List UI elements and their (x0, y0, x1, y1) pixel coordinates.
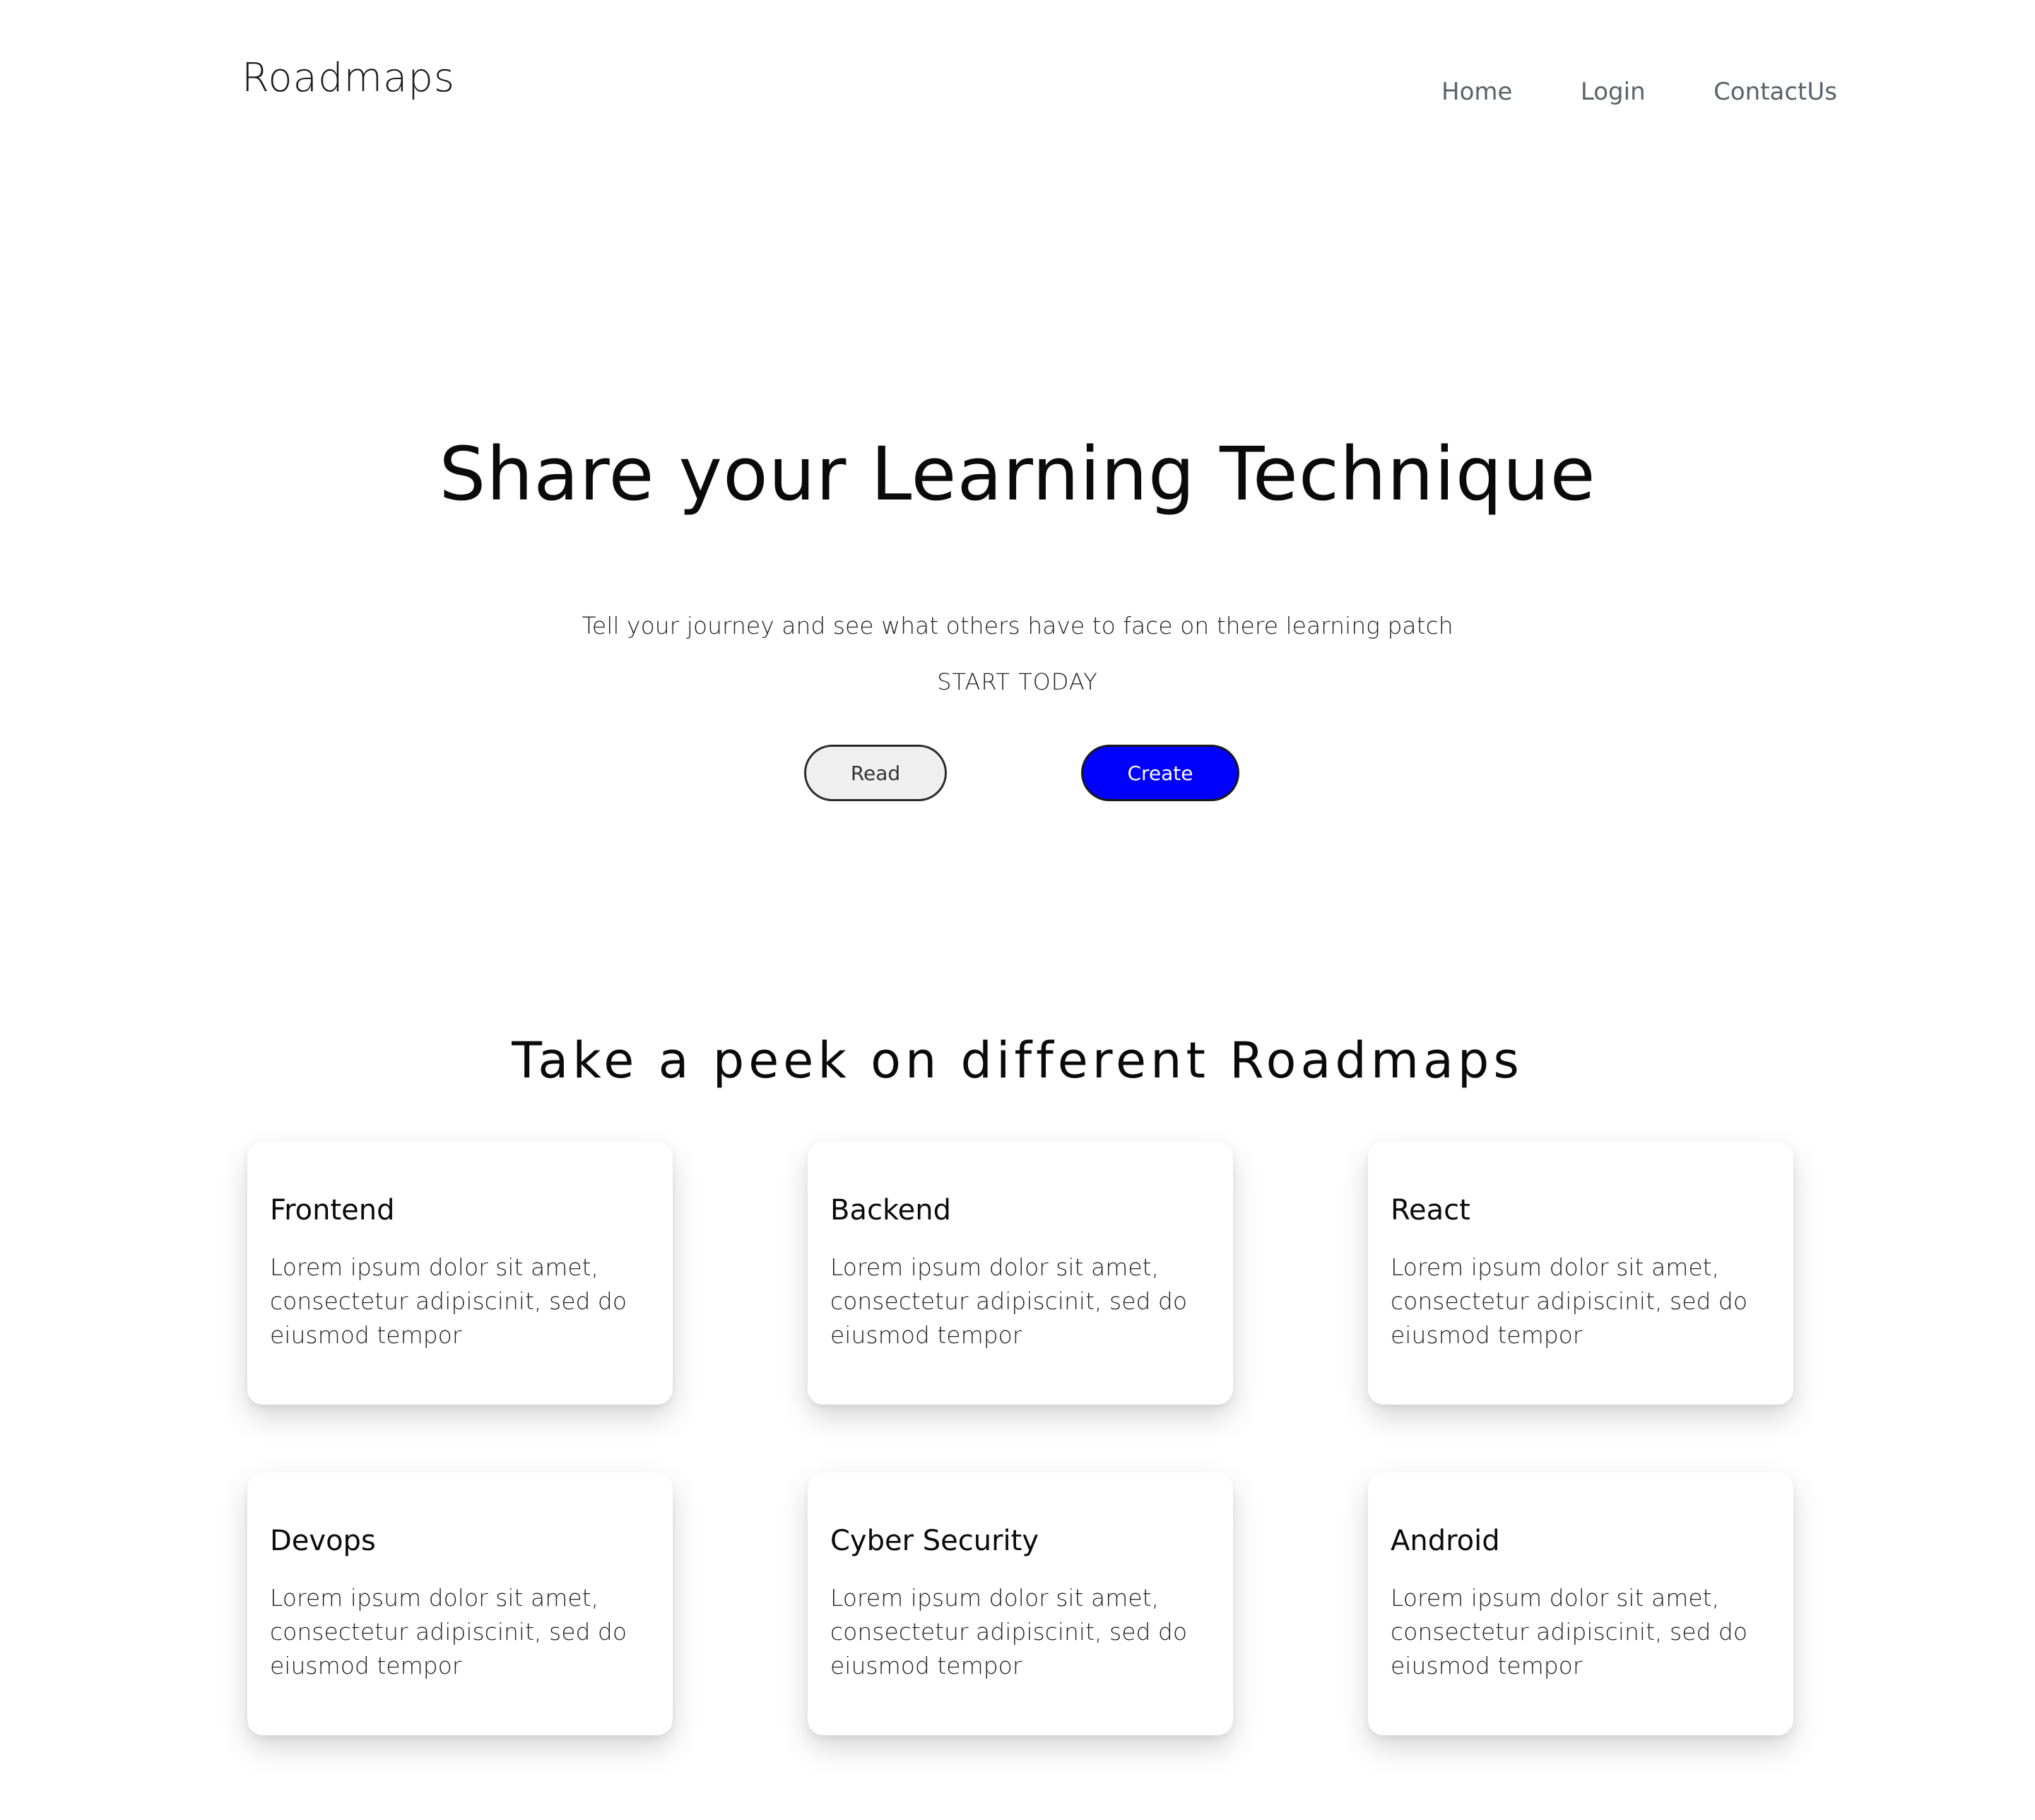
card-title: Devops (270, 1525, 376, 1557)
card-title: Cyber Security (830, 1525, 1039, 1557)
roadmap-card-cyber-security[interactable]: Cyber Security Lorem ipsum dolor sit ame… (808, 1472, 1233, 1735)
card-title: React (1391, 1194, 1470, 1227)
card-title: Android (1391, 1525, 1500, 1557)
hero-title: Share your Learning Technique (439, 431, 1596, 517)
create-button[interactable]: Create (1081, 745, 1239, 801)
card-description: Lorem ipsum dolor sit amet, consectetur … (1391, 1253, 1748, 1349)
card-description: Lorem ipsum dolor sit amet, consectetur … (830, 1584, 1188, 1679)
read-button[interactable]: Read (804, 745, 947, 801)
card-description: Lorem ipsum dolor sit amet, consectetur … (270, 1253, 627, 1349)
card-description: Lorem ipsum dolor sit amet, consectetur … (270, 1584, 627, 1679)
roadmap-card-react[interactable]: React Lorem ipsum dolor sit amet, consec… (1368, 1142, 1793, 1405)
card-description: Lorem ipsum dolor sit amet, consectetur … (1391, 1584, 1748, 1679)
roadmap-card-android[interactable]: Android Lorem ipsum dolor sit amet, cons… (1368, 1472, 1793, 1735)
roadmap-card-backend[interactable]: Backend Lorem ipsum dolor sit amet, cons… (808, 1142, 1233, 1405)
roadmap-cards-grid: Frontend Lorem ipsum dolor sit amet, con… (247, 1142, 1795, 1735)
roadmap-card-frontend[interactable]: Frontend Lorem ipsum dolor sit amet, con… (247, 1142, 673, 1405)
nav-home-link[interactable]: Home (1441, 78, 1512, 106)
hero-subtitle: Tell your journey and see what others ha… (582, 612, 1453, 639)
nav-contact-link[interactable]: ContactUs (1713, 78, 1837, 106)
card-title: Frontend (270, 1194, 395, 1227)
start-today-label: START TODAY (937, 668, 1098, 695)
card-title: Backend (830, 1194, 952, 1227)
nav-login-link[interactable]: Login (1581, 78, 1646, 106)
roadmap-card-devops[interactable]: Devops Lorem ipsum dolor sit amet, conse… (247, 1472, 673, 1735)
roadmaps-section-title: Take a peek on different Roadmaps (512, 1032, 1523, 1089)
card-description: Lorem ipsum dolor sit amet, consectetur … (830, 1253, 1188, 1349)
brand-logo[interactable]: Roadmaps (242, 55, 455, 101)
page: Roadmaps Home Login ContactUs Share your… (0, 0, 2035, 1820)
top-nav: Home Login ContactUs (1441, 78, 1837, 106)
